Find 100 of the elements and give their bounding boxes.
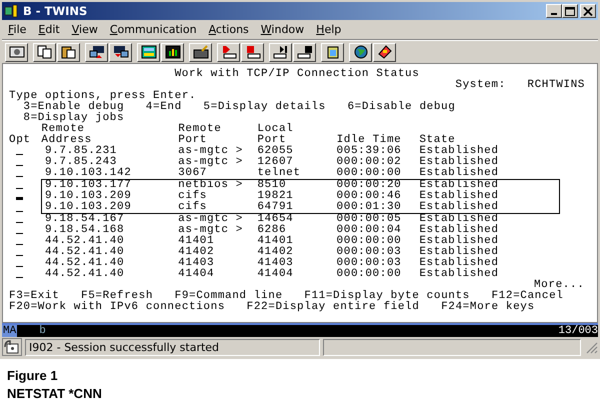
table-cell: 000:00:00	[336, 268, 402, 280]
globe-icon	[352, 45, 368, 59]
chart-icon	[164, 45, 180, 59]
resize-grip-icon	[584, 340, 598, 354]
copy-icon	[36, 45, 52, 59]
table-cell: 005:39:06	[336, 145, 402, 157]
keyboard-button[interactable]	[189, 42, 212, 62]
column-header: Local	[257, 123, 294, 135]
table-cell: 41404	[257, 268, 294, 280]
menu-item[interactable]: Edit	[32, 23, 66, 36]
table-cell: 000:00:03	[336, 246, 402, 258]
table-cell: 000:01:30	[336, 201, 402, 213]
menu-item[interactable]: Communication	[104, 23, 203, 36]
table-cell: 44.52.41.40	[44, 257, 124, 269]
stop-icon	[244, 45, 260, 59]
table-cell: as-mgtc >	[178, 156, 243, 168]
table-cell: Established	[419, 179, 499, 191]
paste-button[interactable]	[57, 42, 80, 62]
play-button[interactable]	[269, 42, 292, 62]
column-header: Port	[257, 134, 286, 146]
minimize-button[interactable]	[546, 4, 562, 18]
column-header: Idle Time	[336, 134, 402, 146]
table-cell: 6286	[257, 224, 286, 236]
options-text: 8=Display jobs	[23, 113, 124, 124]
column-header: Port	[178, 134, 207, 146]
close-button[interactable]	[580, 4, 596, 18]
table-cell: cifs	[178, 201, 207, 213]
table-cell: 41401	[257, 235, 294, 247]
table-cell: 8510	[257, 179, 286, 191]
copy-button[interactable]	[33, 42, 56, 62]
table-cell: Established	[419, 167, 499, 179]
table-cell: 62055	[257, 145, 294, 157]
close-icon	[583, 6, 593, 16]
display-button[interactable]	[5, 42, 28, 62]
status-indicator: MA	[2, 325, 18, 337]
table-cell: 41402	[257, 246, 294, 258]
table-cell: 000:00:03	[336, 257, 402, 269]
menu-item[interactable]: Window	[254, 23, 310, 36]
clipboard-button[interactable]	[321, 42, 344, 62]
screen-title: Work with TCP/IP Connection Status	[174, 69, 420, 80]
tape-stop-button[interactable]	[293, 42, 316, 62]
menu-item[interactable]: Help	[310, 23, 348, 36]
figure-title: Figure 1	[7, 367, 59, 385]
table-cell: 41403	[178, 257, 214, 269]
table-cell: 000:00:46	[336, 190, 402, 202]
menu-item[interactable]: Actions	[202, 23, 255, 36]
tag-icon	[376, 45, 392, 59]
stop-button[interactable]	[241, 42, 264, 62]
system-name: RCHTWINS	[527, 80, 585, 91]
table-cell: as-mgtc >	[178, 224, 243, 236]
send-button[interactable]	[85, 42, 108, 62]
status-message: I902 - Session successfully started	[25, 338, 320, 356]
table-cell: cifs	[178, 190, 207, 202]
globe-button[interactable]	[349, 42, 372, 62]
table-cell: 000:00:02	[336, 156, 402, 168]
receive-button[interactable]	[109, 42, 132, 62]
grid-button[interactable]	[137, 42, 160, 62]
record-button[interactable]	[217, 42, 240, 62]
menu-item[interactable]: View	[66, 23, 104, 36]
table-cell: Established	[419, 145, 499, 157]
tape-stop-icon	[296, 45, 312, 59]
system-label: System:	[455, 80, 507, 91]
table-cell: 44.52.41.40	[44, 235, 124, 247]
table-cell: 000:00:00	[336, 167, 402, 179]
function-keys: F3=Exit F5=Refresh F9=Command line F11=Display byte counts F12=Cancel	[9, 291, 564, 302]
table-cell: 41401	[178, 235, 214, 247]
table-cell: 19821	[257, 190, 294, 202]
table-cell: as-mgtc >	[178, 145, 243, 157]
table-cell: 9.10.103.209	[44, 201, 132, 213]
window-title: B - TWINS	[23, 4, 88, 18]
table-cell: 41403	[257, 257, 294, 269]
table-cell: 000:00:05	[336, 213, 402, 225]
play-icon	[272, 45, 288, 59]
table-cell: 000:00:20	[336, 179, 402, 191]
display-icon	[8, 45, 24, 59]
table-cell: Established	[419, 213, 499, 225]
table-cell: 9.18.54.167	[44, 213, 124, 225]
instructions: Type options, press Enter.	[9, 91, 196, 102]
table-cell: Established	[419, 190, 499, 202]
function-keys: F20=Work with IPv6 connections F22=Display entire field F24=More keys	[9, 302, 535, 313]
column-header: Opt	[9, 135, 31, 146]
keyboard-icon	[192, 45, 208, 59]
table-cell: 64791	[257, 201, 294, 213]
table-cell: 9.10.103.142	[44, 167, 132, 179]
option-field[interactable]	[16, 197, 24, 200]
table-cell: Established	[419, 246, 499, 258]
maximize-button[interactable]	[562, 4, 578, 18]
column-header: Remote	[178, 123, 222, 135]
table-cell: 3067	[178, 167, 207, 179]
chart-button[interactable]	[161, 42, 184, 62]
table-cell: Established	[419, 224, 499, 236]
cursor-position: 13/003	[558, 325, 598, 337]
table-cell: Established	[419, 268, 499, 280]
table-cell: 41402	[178, 246, 214, 258]
table-cell: 9.10.103.177	[44, 179, 132, 191]
menu-item[interactable]: File	[2, 23, 32, 36]
table-cell: netbios >	[178, 179, 243, 191]
options-text: 3=Enable debug 4=End 5=Display details 6=Disable debug	[23, 102, 456, 113]
table-cell: 9.7.85.231	[44, 145, 117, 157]
tag-button[interactable]	[373, 42, 396, 62]
